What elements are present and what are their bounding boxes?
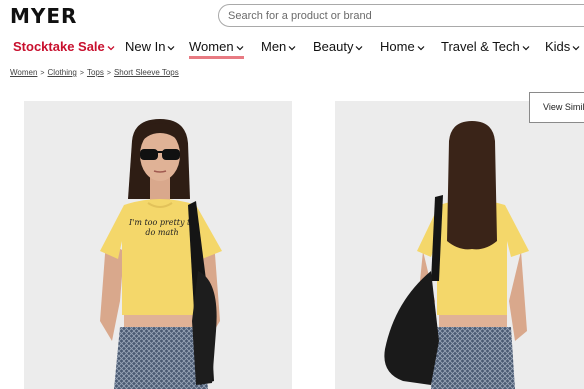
active-nav-underline	[189, 56, 244, 59]
breadcrumb-separator: >	[40, 70, 45, 77]
svg-text:I'm too pretty to: I'm too pretty to	[128, 218, 195, 227]
nav-item-kids[interactable]: Kids	[545, 38, 580, 56]
nav-item-women[interactable]: Women	[189, 38, 244, 59]
nav-item-home[interactable]: Home	[380, 38, 425, 56]
chevron-down-icon	[236, 45, 243, 50]
chevron-down-icon	[168, 45, 175, 50]
nav-item-travel-tech[interactable]: Travel & Tech	[441, 38, 530, 56]
product-image-front[interactable]: I'm too pretty to do math	[24, 101, 292, 389]
view-similar-button[interactable]: View Simil	[529, 92, 584, 123]
model-front-illustration: I'm too pretty to do math	[100, 119, 222, 389]
chevron-down-icon	[288, 45, 296, 50]
nav-item-label: Beauty	[313, 39, 354, 54]
nav-item-label: Stocktake Sale	[13, 39, 105, 54]
breadcrumb-link-women[interactable]: Women	[10, 68, 37, 77]
product-image-back[interactable]	[335, 101, 584, 389]
breadcrumb-link-tops[interactable]: Tops	[87, 68, 104, 77]
nav-item-label: Kids	[545, 39, 571, 54]
breadcrumb-link-clothing[interactable]: Clothing	[48, 68, 77, 77]
nav-item-men[interactable]: Men	[261, 38, 296, 56]
chevron-down-icon	[522, 45, 530, 50]
breadcrumb: Women > Clothing > Tops > Short Sleeve Tops	[10, 68, 179, 77]
nav-item-beauty[interactable]: Beauty	[313, 38, 363, 56]
search-bar[interactable]	[218, 4, 584, 27]
svg-text:do math: do math	[145, 228, 178, 237]
chevron-down-icon	[107, 45, 115, 50]
myer-logo[interactable]: MYER	[10, 6, 77, 26]
main-nav: Stocktake Sale New In Women Men Beauty H…	[0, 38, 584, 59]
breadcrumb-separator: >	[106, 70, 111, 77]
chevron-down-icon	[356, 45, 363, 50]
chevron-down-icon	[572, 45, 580, 50]
nav-item-label: Men	[261, 39, 287, 54]
nav-item-label: New In	[125, 39, 166, 54]
nav-item-new-in[interactable]: New In	[125, 38, 175, 56]
breadcrumb-link-short-sleeve-tops[interactable]: Short Sleeve Tops	[114, 68, 179, 77]
breadcrumb-separator: >	[79, 70, 84, 77]
nav-item-label: Home	[380, 39, 415, 54]
nav-item-label: Women	[189, 39, 234, 54]
nav-item-label: Travel & Tech	[441, 39, 520, 54]
search-input[interactable]	[219, 5, 528, 26]
model-back-illustration	[384, 121, 529, 389]
nav-item-stocktake-sale[interactable]: Stocktake Sale	[13, 38, 115, 56]
chevron-down-icon	[417, 45, 425, 50]
